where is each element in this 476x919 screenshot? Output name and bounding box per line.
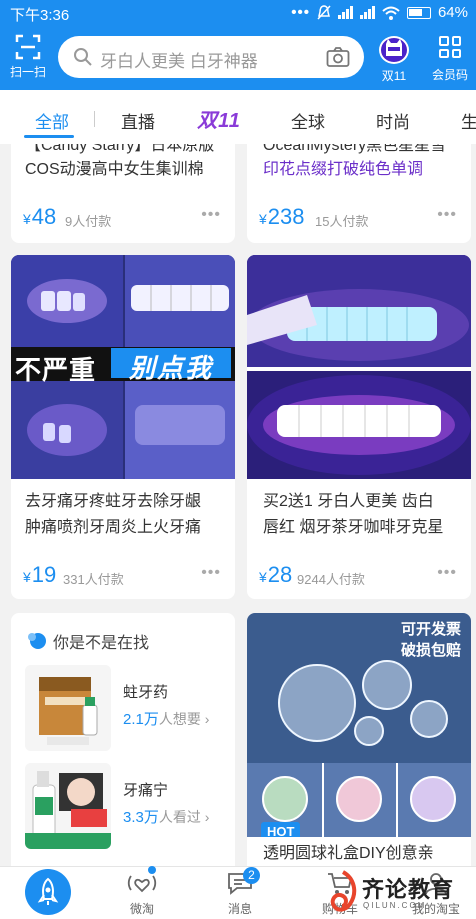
watermark: 齐论教育 QILUN.COM xyxy=(326,868,472,918)
nav-weitao[interactable]: 微淘 xyxy=(112,866,172,917)
product-title-line-1: 买2送1 牙白人更美 齿白 xyxy=(263,493,434,510)
scan-button[interactable]: 扫一扫 xyxy=(6,34,50,84)
watermark-subtext: QILUN.COM xyxy=(363,901,427,910)
suggestion-stat: 3.3万人看过 › xyxy=(123,809,210,826)
product-image xyxy=(247,255,471,479)
suggestion-name: 牙痛宁 xyxy=(123,782,169,799)
product-price: ¥28 xyxy=(259,562,293,587)
watermark-text: 齐论教育 xyxy=(362,877,455,902)
camera-icon[interactable] xyxy=(326,46,350,68)
tab-live[interactable]: 直播 xyxy=(121,108,155,133)
status-icons: ••• 64% xyxy=(291,4,468,21)
more-icon[interactable]: ••• xyxy=(437,206,457,224)
category-tabs: 全部 直播 双11 全球 时尚 生 xyxy=(0,90,476,144)
hot-badge: HOT xyxy=(261,822,301,837)
product-title-line-1: OceanMystery黑色星星雪 xyxy=(263,144,447,154)
product-card[interactable]: 买2送1 牙白人更美 齿白 唇红 烟牙茶牙咖啡牙克星 ¥28 9244人付款 •… xyxy=(247,255,471,599)
signal-icon xyxy=(337,6,353,19)
product-price: ¥48 xyxy=(23,204,57,229)
suggestion-item[interactable]: 蛀牙药 2.1万人想要 › xyxy=(25,665,235,751)
rocket-icon xyxy=(37,877,59,905)
product-price: ¥19 xyxy=(23,562,57,587)
status-dots-icon: ••• xyxy=(291,4,310,21)
search-placeholder: 牙白人更美 白牙神器 xyxy=(100,52,258,71)
scan-icon xyxy=(15,34,41,60)
product-card[interactable]: 【Candy Starry】日本原版 COS动漫高中女生集训棉 ¥48 9人付款… xyxy=(11,144,235,243)
product-title-line-1: 去牙痛牙疼蛀牙去除牙龈 xyxy=(25,493,202,510)
search-input[interactable]: 牙白人更美 白牙神器 xyxy=(58,36,364,78)
suggestion-name: 蛀牙药 xyxy=(123,684,169,701)
status-time: 下午3:36 xyxy=(10,7,70,24)
suggestion-item[interactable]: 牙痛宁 3.3万人看过 › xyxy=(25,763,235,849)
tab-divider xyxy=(94,111,95,127)
image-overlay-text-2: 别点我 xyxy=(111,348,231,383)
product-sold-count: 15人付款 xyxy=(315,214,369,229)
battery-level: 64% xyxy=(437,4,468,21)
more-icon[interactable]: ••• xyxy=(437,564,457,582)
weitao-dot-badge xyxy=(148,866,156,874)
tab-fashion[interactable]: 时尚 xyxy=(376,108,410,133)
product-card[interactable]: OceanMystery黑色星星雪 印花点缀打破纯色单调 ¥238 15人付款 … xyxy=(247,144,471,243)
product-sold-count: 9人付款 xyxy=(65,214,112,229)
suggestion-thumbnail xyxy=(25,763,111,849)
product-price: ¥238 xyxy=(259,204,305,229)
product-sold-count: 9244人付款 xyxy=(297,572,365,587)
home-button[interactable] xyxy=(25,869,71,915)
signal-icon-2 xyxy=(359,6,375,19)
watermark-logo-icon xyxy=(330,870,357,912)
tab-life[interactable]: 生 xyxy=(461,108,476,133)
product-image: 可开发票 破损包赔 HOT xyxy=(247,613,471,837)
mute-icon xyxy=(317,5,331,20)
member-code-button[interactable]: 会员码 xyxy=(428,36,472,83)
product-card[interactable]: 可开发票 破损包赔 HOT 透明圆球礼盒DIY创意亲 xyxy=(247,613,471,866)
product-image: 不严重 别点我 xyxy=(11,255,235,479)
more-icon[interactable]: ••• xyxy=(201,206,221,224)
message-badge: 2 xyxy=(243,867,260,884)
nav-weitao-label: 微淘 xyxy=(129,902,154,916)
double11-cat-icon xyxy=(379,36,409,64)
tab-global[interactable]: 全球 xyxy=(291,108,325,133)
battery-icon xyxy=(406,6,431,19)
image-overlay-text: 可开发票 破损包赔 xyxy=(400,621,461,659)
product-title-line-1: 透明圆球礼盒DIY创意亲 xyxy=(263,845,434,862)
suggestion-card: 你是不是在找 蛀牙药 2.1万人想要 › 牙痛宁 3.3万人看过 › xyxy=(11,613,235,866)
product-sold-count: 331人付款 xyxy=(63,572,124,587)
active-tab-indicator xyxy=(24,135,74,138)
suggestion-thumbnail xyxy=(25,665,111,751)
double11-button[interactable]: 双11 xyxy=(374,36,414,84)
product-title-line-2: 唇红 烟牙茶牙咖啡牙克星 xyxy=(263,519,444,536)
product-title-line-2: COS动漫高中女生集训棉 xyxy=(25,161,204,178)
image-overlay-text-1: 不严重 xyxy=(15,355,97,385)
bubble-icon xyxy=(28,633,46,649)
tab-all[interactable]: 全部 xyxy=(35,108,69,133)
suggestion-header: 你是不是在找 xyxy=(27,629,149,653)
scan-label: 扫一扫 xyxy=(9,65,46,79)
nav-messages[interactable]: 2 消息 xyxy=(210,867,270,917)
tab-double11-label: 双11 xyxy=(197,110,241,132)
product-card[interactable]: 不严重 别点我 去牙痛牙疼蛀牙去除牙龈 肿痛喷剂牙周炎上火牙痛 ¥19 331人… xyxy=(11,255,235,599)
member-code-icon xyxy=(439,36,461,58)
product-title-line-2: 印花点缀打破纯色单调 xyxy=(263,161,424,178)
wifi-icon xyxy=(382,6,400,20)
double11-label: 双11 xyxy=(381,69,407,83)
product-title-line-1: 【Candy Starry】日本原版 xyxy=(25,144,215,154)
member-code-label: 会员码 xyxy=(431,68,468,82)
tab-double11[interactable]: 双11 xyxy=(180,104,258,132)
more-icon[interactable]: ••• xyxy=(201,564,221,582)
search-icon xyxy=(74,48,92,66)
nav-messages-label: 消息 xyxy=(227,902,252,916)
suggestion-stat: 2.1万人想要 › xyxy=(123,711,210,728)
product-title-line-2: 肿痛喷剂牙周炎上火牙痛 xyxy=(25,519,202,536)
suggestion-header-label: 你是不是在找 xyxy=(53,635,150,652)
status-bar: 下午3:36 ••• 64% xyxy=(0,0,476,26)
product-feed[interactable]: 【Candy Starry】日本原版 COS动漫高中女生集训棉 ¥48 9人付款… xyxy=(0,144,476,866)
